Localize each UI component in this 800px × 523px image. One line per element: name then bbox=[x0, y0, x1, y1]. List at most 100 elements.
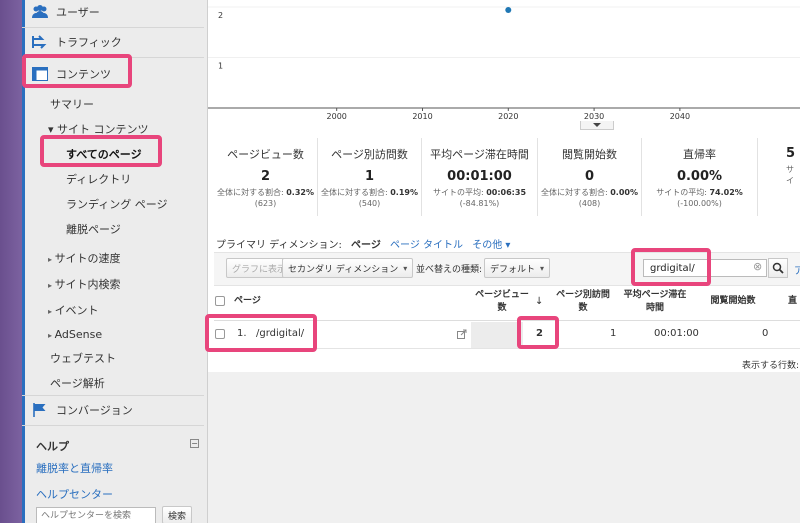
sidebar-item-landing-page[interactable]: ランディング ページ bbox=[66, 196, 168, 212]
header-avg-time[interactable]: 平均ページ滞在 時間 bbox=[622, 289, 688, 315]
sidebar-item-exit-page[interactable]: 離脱ページ bbox=[66, 221, 121, 237]
chart-x-tick-label: 2000 bbox=[327, 112, 347, 121]
pageview-cell-bg bbox=[471, 322, 523, 348]
search-icon bbox=[772, 262, 784, 274]
secondary-dimension-label: セカンダリ ディメンション bbox=[288, 264, 399, 275]
header-pageviews[interactable]: ページビュー 数 bbox=[474, 289, 530, 315]
row-avg-time: 00:01:00 bbox=[654, 328, 699, 339]
metric-card: ページ別訪問数 1 全体に対する割合: 0.19% (540) bbox=[318, 138, 422, 216]
chevron-down-icon: ▾ bbox=[403, 263, 408, 273]
sidebar-item-label: ユーザー bbox=[56, 6, 100, 19]
secondary-dimension-select[interactable]: セカンダリ ディメンション ▾ bbox=[282, 258, 414, 278]
metric-title: 平均ページ滞在時間 bbox=[430, 148, 529, 161]
dimension-page[interactable]: ページ bbox=[351, 240, 381, 251]
sidebar-item-summary[interactable]: サマリー bbox=[50, 96, 94, 112]
help-center-link[interactable]: ヘルプセンター bbox=[36, 486, 113, 502]
metric-sub: サイトの平均: 74.02% (-100.00%) bbox=[656, 188, 743, 208]
sort-desc-icon[interactable]: ↓ bbox=[535, 296, 543, 307]
chart-x-tick-label: 2010 bbox=[412, 112, 432, 121]
sidebar-item-label: トラフィック bbox=[56, 36, 122, 49]
select-all-checkbox[interactable] bbox=[215, 296, 225, 306]
sort-type-select[interactable]: デフォルト ▾ bbox=[484, 258, 551, 278]
chart-y-tick-label: 2 bbox=[218, 11, 223, 20]
sidebar-item-site-speed[interactable]: ▸ サイトの速度 bbox=[48, 250, 121, 266]
open-page-icon[interactable] bbox=[457, 329, 467, 342]
metric-value: 2 bbox=[260, 169, 271, 184]
chart-x-tick-label: 2040 bbox=[670, 112, 690, 121]
users-icon bbox=[30, 3, 50, 21]
metric-value: 5 bbox=[786, 146, 796, 161]
footer-area bbox=[208, 372, 800, 523]
highlight-row-page bbox=[205, 314, 317, 352]
help-search-input[interactable] bbox=[36, 507, 156, 523]
row-entrances: 0 bbox=[762, 328, 769, 339]
dimension-page-title[interactable]: ページ タイトル bbox=[390, 240, 463, 251]
metric-value: 00:01:00 bbox=[447, 169, 512, 184]
sidebar-item-web-test[interactable]: ウェブテスト bbox=[50, 350, 116, 366]
chart-point[interactable] bbox=[505, 7, 512, 14]
metric-title: ページビュー数 bbox=[227, 148, 304, 161]
sidebar-item-label: コンバージョン bbox=[56, 404, 133, 417]
metric-title: 直帰率 bbox=[683, 148, 716, 161]
sidebar-item-label: サイトの速度 bbox=[54, 252, 121, 265]
metric-title: ページ別訪問数 bbox=[331, 148, 408, 161]
sidebar-item-events[interactable]: ▸ イベント bbox=[48, 302, 99, 318]
sidebar-item-users[interactable]: ユーザー bbox=[22, 0, 204, 24]
chart-resize-handle[interactable] bbox=[580, 121, 614, 130]
chart-y-tick-label: 1 bbox=[218, 62, 223, 71]
clear-icon[interactable]: ⊗ bbox=[753, 260, 762, 273]
header-entrances[interactable]: 閲覧開始数 bbox=[700, 295, 766, 308]
flag-icon bbox=[30, 401, 50, 419]
highlight-all-pages bbox=[40, 135, 162, 167]
metric-value: 0.00% bbox=[676, 169, 723, 184]
sort-type-label: 並べ替えの種類: bbox=[416, 265, 483, 275]
metric-card: ページビュー数 2 全体に対する割合: 0.32% (623) bbox=[214, 138, 318, 216]
highlight-search bbox=[631, 248, 711, 286]
metric-title: 閲覧開始数 bbox=[562, 148, 617, 161]
timeline-chart: 2000 2010 2020 2030 2040 2 1 bbox=[208, 6, 800, 121]
metric-value: 1 bbox=[364, 169, 375, 184]
chart-x-tick-label: 2030 bbox=[584, 112, 604, 121]
highlight-pageviews bbox=[517, 316, 559, 349]
sort-type-value: デフォルト bbox=[490, 264, 536, 275]
sidebar-item-adsense[interactable]: ▸ AdSense bbox=[48, 328, 102, 341]
metric-card: 5 サイ bbox=[758, 138, 798, 216]
chevron-down-icon: ▾ bbox=[540, 263, 545, 273]
sidebar-item-conversion[interactable]: コンバージョン bbox=[22, 398, 204, 422]
sidebar-item-site-search[interactable]: ▸ サイト内検索 bbox=[48, 276, 121, 292]
header-bounce[interactable]: 直 bbox=[788, 295, 797, 308]
metric-sub: 全体に対する割合: 0.32% (623) bbox=[216, 188, 314, 208]
metric-card: 閲覧開始数 0 全体に対する割合: 0.00% (408) bbox=[538, 138, 642, 216]
primary-dimension-row: プライマリ ディメンション: ページ ページ タイトル その他 ▾ bbox=[216, 236, 516, 251]
sidebar-item-page-analysis[interactable]: ページ解析 bbox=[50, 375, 105, 391]
traffic-icon bbox=[30, 33, 50, 51]
help-search-button[interactable]: 検索 bbox=[162, 506, 193, 523]
metric-sub: サイトの平均: 00:06:35 (-84.81%) bbox=[432, 188, 527, 208]
chevron-down-icon bbox=[593, 122, 601, 127]
header-unique-pageviews[interactable]: ページ別訪問 数 bbox=[552, 289, 614, 315]
divider bbox=[22, 425, 204, 426]
metric-sub: 全体に対する割合: 0.19% (540) bbox=[320, 188, 418, 208]
help-link[interactable]: 離脱率と直帰率 bbox=[36, 460, 113, 476]
metrics-bar: ページビュー数 2 全体に対する割合: 0.32% (623) ページ別訪問数 1 全体に対… bbox=[214, 138, 800, 218]
dimension-other[interactable]: その他 ▾ bbox=[472, 240, 510, 251]
header-page[interactable]: ページ bbox=[234, 295, 261, 308]
desktop-edge bbox=[0, 0, 22, 523]
collapse-icon[interactable]: − bbox=[190, 439, 199, 448]
metric-card: 直帰率 0.00% サイトの平均: 74.02% (-100.00%) bbox=[642, 138, 758, 216]
metric-value: 0 bbox=[584, 169, 595, 184]
divider bbox=[22, 395, 204, 396]
highlight-content bbox=[22, 54, 132, 88]
sidebar-item-label: AdSense bbox=[54, 328, 103, 341]
metric-sub: サイ bbox=[786, 165, 794, 185]
sidebar-item-traffic[interactable]: トラフィック bbox=[22, 30, 204, 54]
rows-to-show-label: 表示する行数: bbox=[742, 361, 800, 371]
divider bbox=[22, 27, 204, 28]
primary-dimension-label: プライマリ ディメンション: bbox=[216, 240, 342, 251]
sidebar-item-directory[interactable]: ディレクトリ bbox=[66, 171, 131, 187]
metric-card: 平均ページ滞在時間 00:01:00 サイトの平均: 00:06:35 (-84.81… bbox=[422, 138, 538, 216]
search-button[interactable] bbox=[768, 258, 788, 278]
help-title: ヘルプ bbox=[36, 440, 69, 453]
advanced-link-fragment[interactable]: ア bbox=[794, 262, 800, 277]
chart-x-tick-label: 2020 bbox=[498, 112, 518, 121]
